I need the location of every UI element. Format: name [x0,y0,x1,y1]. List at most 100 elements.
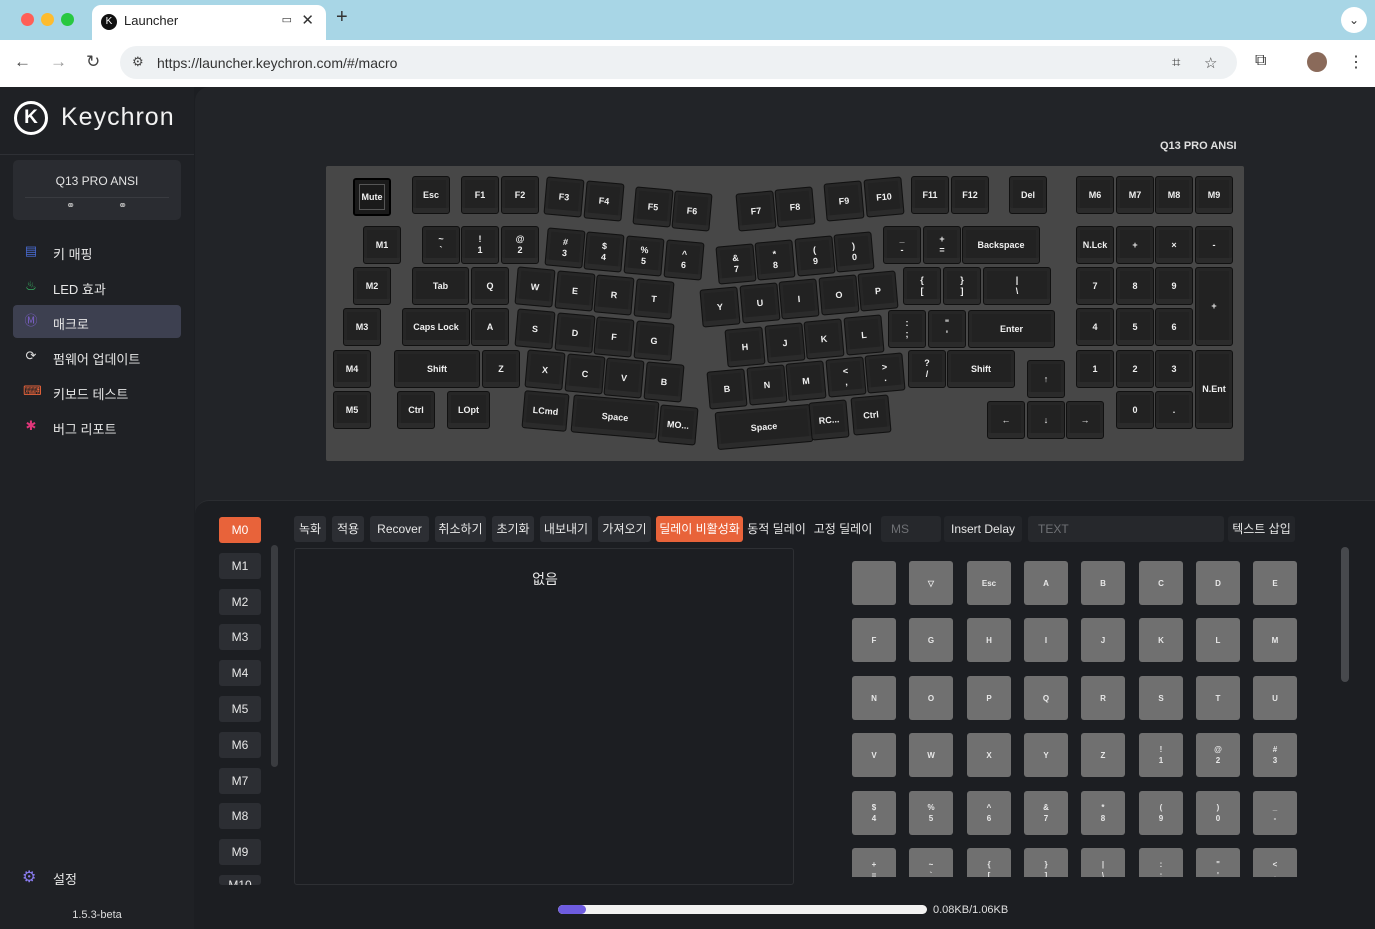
keyboard-key[interactable]: Space [570,394,660,440]
keyboard-key[interactable]: F3 [543,176,585,218]
keyboard-key[interactable]: M9 [1195,176,1233,214]
sidebar-item-keyboard[interactable]: ▤ 키 매핑 [13,235,181,268]
sidebar-item-test[interactable]: ⌨ 키보드 테스트 [13,375,181,408]
dynamic-delay-button[interactable]: 동적 딜레이 [746,516,807,542]
picker-key[interactable]: * 8 [1081,791,1125,835]
keyboard-key[interactable]: 5 [1116,308,1154,346]
disable-delay-button[interactable]: 딜레이 비활성화 [656,516,743,542]
keyboard-key[interactable]: J [764,322,806,364]
picker-key[interactable]: & 7 [1024,791,1068,835]
keyboard-key[interactable]: | \ [983,267,1051,305]
picker-key[interactable]: + = [852,848,896,877]
keyboard-key[interactable]: A [471,308,509,346]
keyboard-key[interactable]: M5 [333,391,371,429]
keyboard-key[interactable]: W [514,266,556,308]
keyboard-key[interactable]: Del [1009,176,1047,214]
keyboard-key[interactable]: + = [923,226,961,264]
keyboard-key[interactable]: N.Lck [1076,226,1114,264]
forward-arrow-icon[interactable]: → [50,52,67,72]
keyboard-key[interactable]: M3 [343,308,381,346]
keyboard-key[interactable]: V [603,357,645,399]
keyboard-key[interactable]: T [633,278,675,320]
url-text[interactable]: https://launcher.keychron.com/#/macro [157,55,397,71]
macro-slot-m4[interactable]: M4 [219,660,261,686]
site-settings-icon[interactable]: ⚙ [132,54,144,70]
keyboard-key[interactable]: ← [987,401,1025,439]
close-window-button[interactable] [21,13,34,26]
keyboard-key[interactable]: H [724,326,766,368]
keyboard-key[interactable]: : ; [888,310,926,348]
keyboard-key[interactable]: 9 [1155,267,1193,305]
picker-key[interactable]: @ 2 [1196,733,1240,777]
keyboard-key[interactable]: 2 [1116,350,1154,388]
picker-key[interactable]: A [1024,561,1068,605]
picker-key[interactable]: H [967,618,1011,662]
keyboard-key[interactable]: F4 [583,180,625,222]
picker-key[interactable]: M [1253,618,1297,662]
extensions-puzzle-icon[interactable]: ⧉ [1255,52,1266,70]
keyboard-key[interactable]: X [524,349,566,391]
macro-list-scrollbar[interactable] [271,545,278,767]
keyboard-key[interactable]: F9 [823,180,865,222]
keyboard-key[interactable]: Mute [353,178,391,216]
keyboard-key[interactable]: M8 [1155,176,1193,214]
picker-key[interactable]: " ' [1196,848,1240,877]
macro-slot-m1[interactable]: M1 [219,553,261,579]
picker-key[interactable]: % 5 [909,791,953,835]
keyboard-key[interactable]: L [843,314,885,356]
picker-key[interactable]: Y [1024,733,1068,777]
macro-slot-m5[interactable]: M5 [219,696,261,722]
keyboard-key[interactable]: B [706,368,748,410]
picker-key[interactable]: X [967,733,1011,777]
keyboard-key[interactable]: LCmd [521,390,570,432]
keyboard-key[interactable]: $ 4 [583,231,625,273]
keyboard-key[interactable]: ) 0 [833,231,875,273]
picker-key[interactable]: ! 1 [1139,733,1183,777]
maximize-window-button[interactable] [61,13,74,26]
picker-key[interactable] [852,561,896,605]
picker-key[interactable]: { [ [967,848,1011,877]
apply-button[interactable]: 적용 [332,516,364,542]
picker-key[interactable]: ) 0 [1196,791,1240,835]
picker-key[interactable]: ( 9 [1139,791,1183,835]
keyboard-key[interactable]: Backspace [962,226,1040,264]
picker-key[interactable]: ▽ [909,561,953,605]
keyboard-key[interactable]: S [514,308,556,350]
key-picker-scrollbar[interactable] [1341,547,1349,682]
address-bar[interactable]: ⚙ https://launcher.keychron.com/#/macro … [120,46,1237,79]
keyboard-key[interactable]: 4 [1076,308,1114,346]
keyboard-key[interactable]: Ctrl [397,391,435,429]
keyboard-key[interactable]: R [593,274,635,316]
delay-ms-input[interactable]: MS [881,516,941,542]
keyboard-key[interactable]: LOpt [447,391,490,429]
keyboard-key[interactable]: F8 [774,186,816,228]
keyboard-key[interactable]: { [ [903,267,941,305]
keyboard-key[interactable]: ↑ [1027,360,1065,398]
keyboard-key[interactable]: 0 [1116,391,1154,429]
picker-key[interactable]: Esc [967,561,1011,605]
picker-key[interactable]: R [1081,676,1125,720]
keyboard-key[interactable]: B [643,361,685,403]
picker-key[interactable]: U [1253,676,1297,720]
keyboard-key[interactable]: ↓ [1027,401,1065,439]
link-icon[interactable]: ⚭ [66,199,75,212]
picker-key[interactable]: D [1196,561,1240,605]
back-arrow-icon[interactable]: ← [14,52,31,72]
keyboard-key[interactable]: F [593,316,635,358]
macro-slot-m7[interactable]: M7 [219,768,261,794]
record-button[interactable]: 녹화 [294,516,326,542]
keyboard-key[interactable]: ~ ` [422,226,460,264]
picker-key[interactable]: G [909,618,953,662]
picker-key[interactable]: F [852,618,896,662]
keyboard-key[interactable]: M [785,360,827,402]
keyboard-key[interactable]: Shift [394,350,480,388]
picker-key[interactable]: _ - [1253,791,1297,835]
picker-key[interactable]: I [1024,618,1068,662]
keyboard-key[interactable]: F11 [911,176,949,214]
keyboard-key[interactable]: O [818,274,860,316]
picker-key[interactable]: Q [1024,676,1068,720]
picker-key[interactable]: O [909,676,953,720]
fixed-delay-button[interactable]: 고정 딜레이 [813,516,873,542]
keyboard-key[interactable]: Q [471,267,509,305]
picker-key[interactable]: Z [1081,733,1125,777]
